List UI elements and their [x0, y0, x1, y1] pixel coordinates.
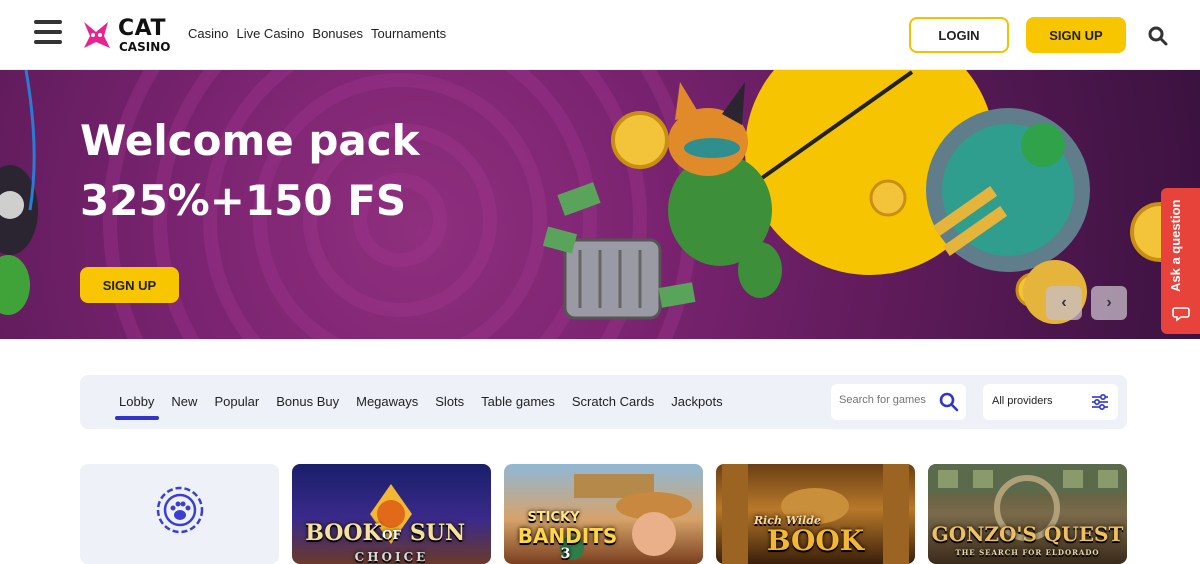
tab-megaways[interactable]: Megaways	[356, 394, 418, 409]
menu-icon[interactable]	[34, 20, 62, 48]
tab-new[interactable]: New	[171, 394, 197, 409]
logo-subtext: CASINO	[119, 40, 171, 54]
game-title: GONZO'S QUEST	[931, 522, 1124, 546]
game-tile-gonzos-quest[interactable]: GONZO'S QUEST THE SEARCH FOR ELDORADO	[928, 464, 1127, 564]
game-subtitle: 3	[560, 546, 571, 562]
promo-banner: Welcome pack 325%+150 FS SIGN UP ‹ ›	[0, 70, 1200, 339]
game-art	[370, 484, 412, 544]
game-search-input[interactable]	[839, 394, 931, 406]
carousel-prev-button[interactable]: ‹	[1046, 286, 1082, 320]
search-icon[interactable]	[1148, 26, 1168, 46]
chevron-right-icon: ›	[1106, 294, 1112, 311]
banner-offer: 325%+150 FS	[80, 176, 407, 225]
carousel-next-button[interactable]: ›	[1091, 286, 1127, 320]
nav-bonuses[interactable]: Bonuses	[312, 26, 363, 41]
logo[interactable]: CAT CASINO	[78, 16, 174, 56]
chevron-left-icon: ‹	[1061, 294, 1067, 311]
tab-slots[interactable]: Slots	[435, 394, 464, 409]
game-title-part: SUN	[409, 520, 466, 546]
login-button[interactable]: LOGIN	[909, 17, 1009, 53]
game-subtitle: CHOICE	[354, 550, 429, 564]
filter-sliders-icon	[1092, 393, 1108, 411]
tab-table-games[interactable]: Table games	[481, 394, 555, 409]
active-tab-indicator	[115, 416, 159, 420]
game-tile-sticky-bandits[interactable]: STICKY BANDITS 3	[504, 464, 703, 564]
game-title-part: STICKY	[527, 510, 580, 525]
tab-scratch-cards[interactable]: Scratch Cards	[572, 394, 654, 409]
nav-live-casino[interactable]: Live Casino	[236, 26, 304, 41]
main-nav: Casino Live Casino Bonuses Tournaments	[188, 26, 446, 41]
search-icon[interactable]	[939, 392, 959, 412]
banner-title: Welcome pack	[80, 116, 420, 165]
game-title-part: BANDITS	[517, 524, 618, 548]
game-filter-bar: Lobby New Popular Bonus Buy Megaways Slo…	[80, 375, 1127, 429]
tab-popular[interactable]: Popular	[214, 394, 259, 409]
tab-jackpots[interactable]: Jackpots	[671, 394, 722, 409]
banner-signup-button[interactable]: SIGN UP	[80, 267, 179, 303]
providers-label: All providers	[992, 395, 1053, 407]
cat-logo-icon	[84, 22, 110, 48]
tab-bonus-buy[interactable]: Bonus Buy	[276, 394, 339, 409]
ask-question-label: Ask a question	[1168, 199, 1183, 292]
providers-dropdown[interactable]: All providers	[983, 384, 1118, 420]
game-tile-book-of-sun[interactable]: BOOK OF SUN CHOICE	[292, 464, 491, 564]
top-header: CAT CASINO Casino Live Casino Bonuses To…	[0, 0, 1200, 70]
chat-icon	[1172, 307, 1190, 322]
game-tile-book-of-dead[interactable]: Rich Wilde BOOK	[716, 464, 915, 564]
game-title-part: BOOK	[766, 524, 865, 557]
tab-lobby[interactable]: Lobby	[119, 394, 154, 409]
nav-tournaments[interactable]: Tournaments	[371, 26, 446, 41]
paw-badge-icon	[156, 486, 204, 534]
signup-button[interactable]: SIGN UP	[1026, 17, 1126, 53]
ask-question-button[interactable]: Ask a question	[1161, 188, 1200, 334]
game-subtitle: THE SEARCH FOR ELDORADO	[955, 548, 1100, 557]
game-search-field[interactable]	[831, 384, 966, 420]
suitcase-shape	[563, 238, 662, 320]
logo-text: CAT	[118, 16, 166, 41]
lobby-tile[interactable]	[80, 464, 279, 564]
category-tabs: Lobby New Popular Bonus Buy Megaways Slo…	[119, 394, 723, 409]
nav-casino[interactable]: Casino	[188, 26, 228, 41]
